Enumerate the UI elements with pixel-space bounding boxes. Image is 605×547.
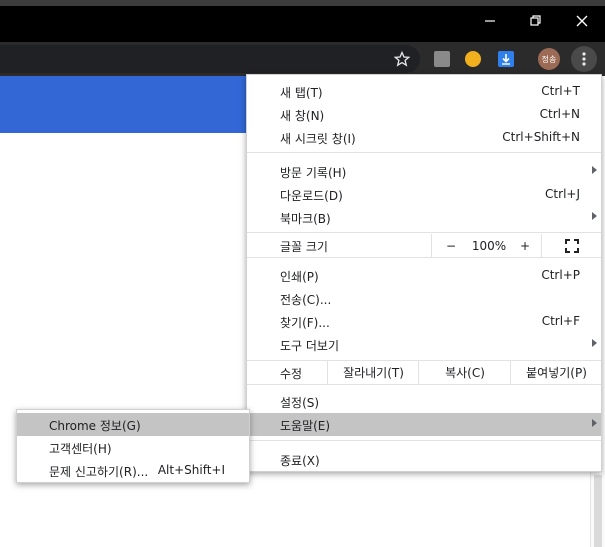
cut-button[interactable]: 잘라내기(T) bbox=[327, 361, 419, 384]
submenu-item-shortcut: Alt+Shift+I bbox=[157, 463, 225, 477]
submenu-arrow-icon bbox=[592, 339, 597, 347]
menu-item-bookmarks[interactable]: 북마크(B) bbox=[247, 206, 601, 229]
extension-button-2[interactable] bbox=[461, 47, 485, 71]
browser-toolbar: 정송 bbox=[0, 42, 605, 76]
menu-item-label: 설정(S) bbox=[280, 396, 320, 410]
copy-button[interactable]: 복사(C) bbox=[418, 361, 511, 384]
menu-item-shortcut: Ctrl+T bbox=[541, 84, 580, 98]
menu-item-new-incognito[interactable]: 새 시크릿 창(I) Ctrl+Shift+N bbox=[247, 126, 601, 149]
close-button[interactable] bbox=[559, 6, 605, 36]
menu-item-more-tools[interactable]: 도구 더보기 bbox=[247, 333, 601, 356]
menu-separator bbox=[247, 257, 601, 258]
zoom-level: 100% bbox=[469, 234, 509, 257]
menu-item-cast[interactable]: 전송(C)... bbox=[247, 287, 601, 310]
zoom-in-text: + bbox=[519, 238, 531, 253]
chrome-main-menu: 새 탭(T) Ctrl+T 새 창(N) Ctrl+N 새 시크릿 창(I) C… bbox=[246, 74, 602, 472]
menu-item-downloads[interactable]: 다운로드(D) Ctrl+J bbox=[247, 183, 601, 206]
menu-item-label: 찾기(F)... bbox=[280, 316, 330, 330]
cut-text: 잘라내기(T) bbox=[343, 366, 404, 380]
menu-separator bbox=[247, 152, 601, 153]
help-submenu: Chrome 정보(G) 고객센터(H) 문제 신고하기(R)... Alt+S… bbox=[16, 409, 250, 483]
menu-item-label: 새 창(N) bbox=[280, 109, 325, 123]
menu-item-shortcut: Ctrl+F bbox=[541, 314, 580, 328]
avatar: 정송 bbox=[538, 48, 560, 70]
chrome-menu-button[interactable] bbox=[571, 46, 597, 72]
paste-text: 붙여넣기(P) bbox=[526, 366, 587, 380]
menu-item-shortcut: Ctrl+J bbox=[545, 187, 580, 201]
menu-item-label: 종료(X) bbox=[280, 454, 320, 468]
submenu-arrow-icon bbox=[592, 419, 597, 427]
menu-item-find[interactable]: 찾기(F)... Ctrl+F bbox=[247, 310, 601, 333]
menu-separator bbox=[247, 384, 601, 385]
fullscreen-button[interactable] bbox=[541, 234, 602, 257]
menu-item-help[interactable]: 도움말(E) bbox=[247, 413, 601, 436]
zoom-label: 글꼴 크기 bbox=[280, 240, 328, 254]
extension-button-1[interactable] bbox=[430, 47, 454, 71]
submenu-item-label: Chrome 정보(G) bbox=[49, 419, 141, 433]
star-outline-icon bbox=[394, 51, 410, 67]
menu-item-label: 새 탭(T) bbox=[280, 86, 323, 100]
menu-item-label: 도구 더보기 bbox=[280, 339, 340, 353]
menu-item-shortcut: Ctrl+Shift+N bbox=[502, 130, 580, 144]
download-arrow-icon bbox=[498, 51, 514, 67]
menu-separator bbox=[247, 232, 601, 233]
title-bar bbox=[0, 0, 605, 42]
minimize-icon bbox=[485, 20, 495, 22]
scrollbar-thumb[interactable] bbox=[594, 475, 602, 547]
menu-item-label: 방문 기록(H) bbox=[280, 166, 347, 180]
menu-item-label: 다운로드(D) bbox=[280, 189, 343, 203]
bookmark-star-button[interactable] bbox=[390, 47, 414, 71]
paste-button[interactable]: 붙여넣기(P) bbox=[510, 361, 602, 384]
restore-button[interactable] bbox=[513, 6, 559, 36]
menu-item-new-tab[interactable]: 새 탭(T) Ctrl+T bbox=[247, 80, 601, 103]
menu-item-label: 전송(C)... bbox=[280, 293, 332, 307]
submenu-item-report-issue[interactable]: 문제 신고하기(R)... Alt+Shift+I bbox=[17, 459, 249, 482]
menu-item-shortcut: Ctrl+N bbox=[539, 107, 580, 121]
extension-button-3[interactable] bbox=[494, 47, 518, 71]
menu-item-label: 도움말(E) bbox=[280, 419, 331, 433]
menu-row-edit: 수정 잘라내기(T) 복사(C) 붙여넣기(P) bbox=[247, 361, 601, 384]
page-banner bbox=[0, 76, 246, 133]
menu-item-settings[interactable]: 설정(S) bbox=[247, 390, 601, 413]
submenu-arrow-icon bbox=[592, 212, 597, 220]
menu-item-print[interactable]: 인쇄(P) Ctrl+P bbox=[247, 264, 601, 287]
edit-label: 수정 bbox=[280, 367, 303, 381]
menu-item-label: 새 시크릿 창(I) bbox=[280, 132, 356, 146]
submenu-item-label: 문제 신고하기(R)... bbox=[49, 465, 149, 479]
extension-icon bbox=[465, 51, 481, 67]
menu-item-exit[interactable]: 종료(X) bbox=[247, 448, 601, 471]
submenu-item-about-chrome[interactable]: Chrome 정보(G) bbox=[17, 413, 249, 436]
menu-item-new-window[interactable]: 새 창(N) Ctrl+N bbox=[247, 103, 601, 126]
avatar-text: 정송 bbox=[541, 54, 557, 64]
submenu-item-help-center[interactable]: 고객센터(H) bbox=[17, 436, 249, 459]
submenu-arrow-icon bbox=[592, 166, 597, 174]
menu-item-history[interactable]: 방문 기록(H) bbox=[247, 160, 601, 183]
fullscreen-icon bbox=[565, 238, 579, 253]
zoom-in-button[interactable]: + bbox=[509, 234, 541, 257]
menu-separator bbox=[247, 440, 601, 441]
menu-item-shortcut: Ctrl+P bbox=[541, 268, 580, 282]
menu-item-label: 인쇄(P) bbox=[280, 270, 319, 284]
profile-avatar-button[interactable]: 정송 bbox=[537, 47, 561, 71]
zoom-out-button[interactable]: − bbox=[431, 234, 470, 257]
page-scrollbar[interactable] bbox=[590, 471, 605, 547]
minimize-button[interactable] bbox=[467, 6, 513, 36]
copy-text: 복사(C) bbox=[445, 366, 485, 380]
vertical-dots-icon bbox=[582, 52, 586, 66]
extension-icon bbox=[434, 51, 450, 67]
address-bar[interactable] bbox=[0, 45, 420, 73]
menu-item-label: 북마크(B) bbox=[280, 212, 331, 226]
close-icon bbox=[576, 15, 588, 27]
submenu-item-label: 고객센터(H) bbox=[49, 442, 112, 456]
menu-row-zoom: 글꼴 크기 − 100% + bbox=[247, 234, 601, 257]
zoom-level-text: 100% bbox=[471, 238, 507, 253]
zoom-out-text: − bbox=[445, 238, 457, 253]
restore-icon bbox=[530, 15, 541, 26]
